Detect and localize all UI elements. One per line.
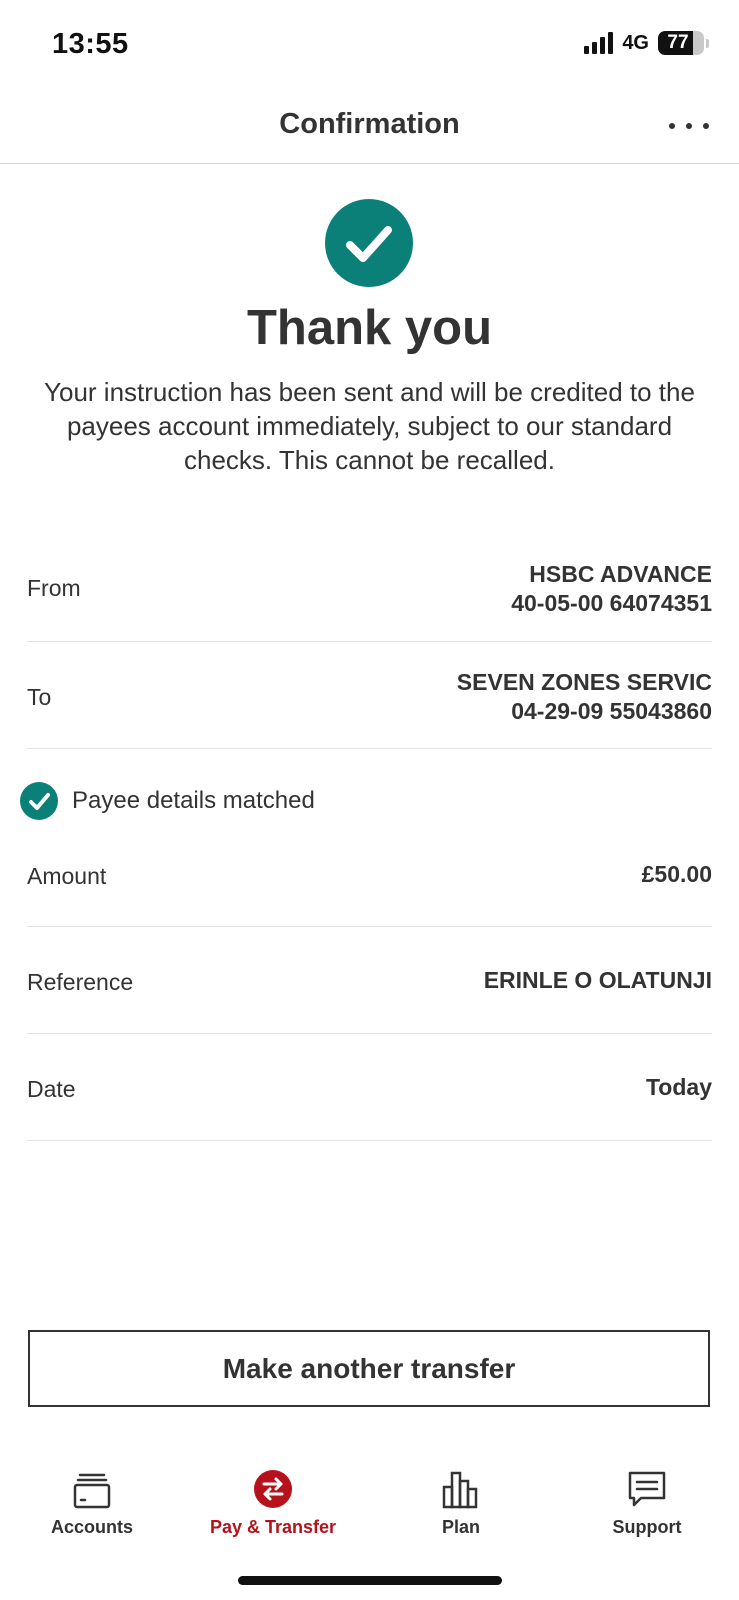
status-time: 13:55 — [52, 28, 129, 60]
wallet-icon — [73, 1473, 111, 1509]
chat-bubble-icon — [628, 1471, 666, 1507]
confirmation-message: Your instruction has been sent and will … — [44, 377, 695, 475]
detail-row-to: To SEVEN ZONES SERVIC 04-29-09 55043860 — [27, 642, 712, 749]
to-label: To — [27, 684, 52, 710]
more-dot — [703, 123, 709, 129]
checkmark-glyph — [29, 793, 50, 810]
check-circle-icon — [20, 782, 58, 820]
date-label: Date — [27, 1076, 76, 1102]
reference-label: Reference — [27, 969, 134, 995]
tab-label: Support — [612, 1517, 682, 1537]
more-options-icon[interactable] — [669, 118, 709, 134]
more-dot — [669, 123, 675, 129]
tab-plan[interactable]: Plan — [386, 1455, 536, 1555]
from-account-name: HSBC ADVANCE — [529, 561, 712, 587]
detail-row-reference: Reference ERINLE O OLATUNJI — [27, 927, 712, 1034]
home-indicator — [238, 1576, 502, 1585]
to-payee-name: SEVEN ZONES SERVIC — [456, 669, 712, 695]
payee-match-text: Payee details matched — [72, 787, 315, 814]
transfer-arrows-icon — [254, 1470, 292, 1508]
make-another-transfer-button[interactable]: Make another transfer — [28, 1330, 710, 1407]
checkmark-glyph — [346, 226, 392, 262]
to-value: SEVEN ZONES SERVIC 04-29-09 55043860 — [457, 668, 712, 726]
more-dot — [686, 123, 692, 129]
bar-chart-icon — [442, 1471, 478, 1509]
status-indicators: 4G 77 — [584, 31, 709, 55]
tab-label: Accounts — [50, 1517, 133, 1537]
payee-match-status: Payee details matched — [20, 782, 315, 820]
navigation-header: Confirmation — [0, 90, 739, 164]
page-title: Confirmation — [279, 108, 460, 140]
tab-pay-transfer[interactable]: Pay & Transfer — [198, 1455, 348, 1555]
from-account-number: 40-05-00 64074351 — [511, 590, 712, 616]
signal-icon — [584, 32, 614, 54]
check-circle-icon — [325, 199, 413, 287]
tab-support[interactable]: Support — [572, 1455, 722, 1555]
date-value: Today — [645, 1074, 712, 1100]
detail-row-date: Date Today — [27, 1034, 712, 1141]
battery-tip — [706, 38, 709, 48]
bottom-tab-bar: Accounts Pay & Transfer Plan Support — [0, 1455, 739, 1555]
to-account-number: 04-29-09 55043860 — [511, 698, 712, 724]
detail-row-amount: Amount £50.00 — [27, 834, 712, 927]
tab-accounts[interactable]: Accounts — [17, 1455, 167, 1555]
tab-label: Plan — [441, 1517, 480, 1537]
battery-level: 77 — [667, 32, 689, 53]
from-value: HSBC ADVANCE 40-05-00 64074351 — [511, 560, 712, 618]
network-type: 4G — [622, 31, 649, 54]
confirmation-title: Thank you — [246, 301, 493, 355]
status-bar: 13:55 4G 77 — [0, 0, 739, 90]
battery-icon: 77 — [658, 31, 704, 55]
reference-value: ERINLE O OLATUNJI — [483, 967, 712, 993]
amount-value: £50.00 — [641, 861, 712, 887]
amount-label: Amount — [27, 863, 107, 889]
from-label: From — [27, 575, 81, 601]
detail-row-from: From HSBC ADVANCE 40-05-00 64074351 — [27, 556, 712, 642]
tab-label: Pay & Transfer — [209, 1517, 337, 1537]
